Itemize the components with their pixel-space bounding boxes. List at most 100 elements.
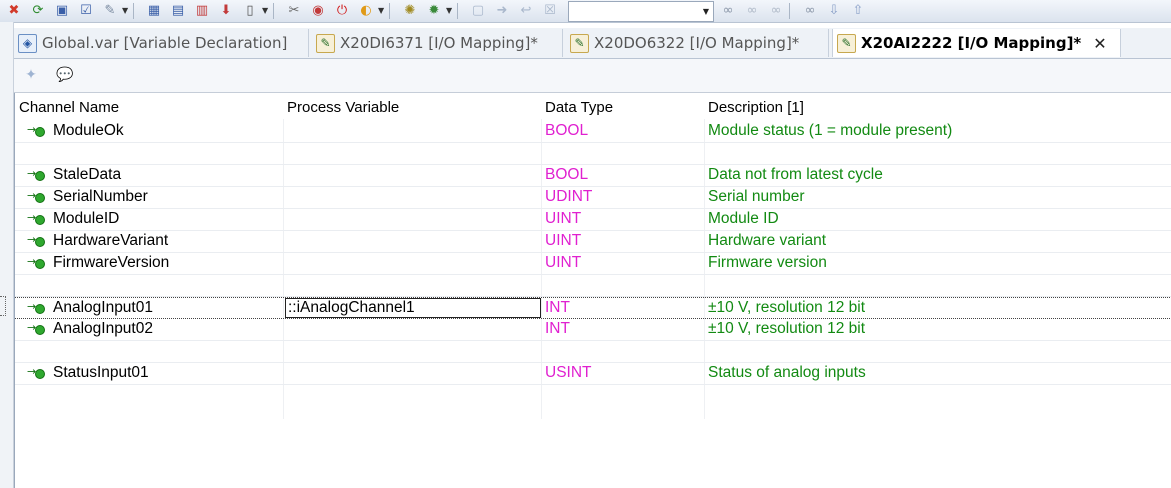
settings-icon[interactable]: ✺: [400, 2, 420, 20]
table-row[interactable]: → AnalogInput01::iAnalogChannel1 INT ±10 V,…: [15, 297, 1171, 319]
channel-name: ModuleOk: [53, 122, 124, 139]
table-spacer-row[interactable]: [15, 275, 1171, 297]
column-header-process-variable[interactable]: Process Variable: [287, 99, 399, 116]
table-row[interactable]: → FirmwareVersion UINT Firmware version: [15, 253, 1171, 275]
table-row[interactable]: → SerialNumber UDINT Serial number: [15, 187, 1171, 209]
process-variable-cell[interactable]: [285, 319, 539, 338]
data-type-cell: BOOL: [545, 166, 589, 183]
channel-name: ModuleID: [53, 210, 120, 227]
input-channel-icon: →: [27, 256, 47, 269]
description-cell[interactable]: ±10 V, resolution 12 bit: [708, 320, 865, 338]
channel-name-cell: → StatusInput01: [27, 364, 149, 382]
table-row[interactable]: → StatusInput01 USINT Status of analog inpu…: [15, 363, 1171, 385]
data-type-cell: UINT: [545, 254, 582, 271]
download-icon[interactable]: ⬇: [216, 2, 236, 20]
process-variable-cell[interactable]: [285, 165, 539, 184]
process-variable-cell[interactable]: [285, 253, 539, 272]
traffic-light-icon[interactable]: ◐: [356, 2, 376, 20]
tab-x20ai2222[interactable]: ✎ X20AI2222 [I/O Mapping]* ✕: [832, 29, 1121, 57]
description-cell[interactable]: Firmware version: [708, 254, 827, 272]
editor-toolbar: ✦ 💬: [14, 59, 1171, 93]
refresh-icon[interactable]: ⟳: [28, 2, 48, 20]
sort-descending-icon[interactable]: ⇩: [824, 2, 844, 20]
tab-x20di6371[interactable]: ✎ X20DI6371 [I/O Mapping]*: [316, 29, 563, 57]
table-spacer-row[interactable]: [15, 143, 1171, 165]
column-header-description[interactable]: Description [1]: [708, 99, 804, 116]
data-type-cell: INT: [545, 299, 570, 316]
power-icon[interactable]: ⏻: [332, 2, 352, 20]
channel-name: HardwareVariant: [53, 232, 169, 249]
sort-ascending-icon[interactable]: ⇧: [848, 2, 868, 20]
input-channel-icon: →: [27, 322, 47, 335]
forward-icon[interactable]: ➜: [492, 2, 512, 20]
tab-global-var[interactable]: ◈ Global.var [Variable Declaration]: [18, 29, 309, 57]
comment-icon[interactable]: 💬: [54, 65, 76, 85]
process-variable-cell[interactable]: [285, 209, 539, 228]
table-row[interactable]: → HardwareVariant UINT Hardware variant: [15, 231, 1171, 253]
description-cell[interactable]: Module ID: [708, 210, 779, 228]
data-type-cell: USINT: [545, 364, 592, 381]
tab-label: Global.var [Variable Declaration]: [42, 34, 288, 52]
io-mapping-icon: ✎: [570, 33, 589, 53]
close-window-icon[interactable]: ☒: [540, 2, 560, 20]
input-channel-icon: →: [27, 234, 47, 247]
replace-icon[interactable]: ∞: [800, 2, 820, 20]
table-row[interactable]: → ModuleID UINT Module ID: [15, 209, 1171, 231]
remove-row-icon[interactable]: ▥: [192, 2, 212, 20]
tools-icon[interactable]: ✂: [284, 2, 304, 20]
process-variable-cell[interactable]: [285, 187, 539, 206]
description-cell[interactable]: Status of analog inputs: [708, 364, 866, 382]
column-header-data-type[interactable]: Data Type: [545, 99, 613, 116]
grid-icon[interactable]: ▤: [168, 2, 188, 20]
toolbar-combo-box[interactable]: ▼: [568, 0, 714, 22]
save-icon[interactable]: ▣: [52, 2, 72, 20]
find-previous-icon[interactable]: ∞: [766, 2, 786, 20]
column-header-channel-name[interactable]: Channel Name: [19, 99, 119, 116]
row-focus-marker: [0, 296, 6, 316]
toolbar-overflow-icon[interactable]: ▼: [446, 4, 454, 18]
build-icon[interactable]: ✹: [424, 2, 444, 20]
description-cell[interactable]: ±10 V, resolution 12 bit: [708, 299, 865, 317]
description-cell[interactable]: Hardware variant: [708, 232, 826, 250]
data-type-cell: UDINT: [545, 188, 593, 205]
input-channel-icon: →: [27, 124, 47, 137]
document-icon[interactable]: ▯: [240, 2, 260, 20]
transfer-icon[interactable]: ◉: [308, 2, 328, 20]
chevron-down-icon[interactable]: ▼: [699, 2, 713, 21]
insert-channel-icon[interactable]: ✦: [20, 65, 42, 85]
channel-name-cell: → AnalogInput02: [27, 320, 153, 338]
close-icon[interactable]: ✕: [1093, 34, 1106, 53]
edit-icon[interactable]: ✎: [100, 2, 120, 20]
left-dock-strip: [0, 22, 14, 488]
window-icon[interactable]: ▢: [468, 2, 488, 20]
process-variable-cell[interactable]: [285, 363, 539, 382]
description-cell[interactable]: Serial number: [708, 188, 805, 206]
table-spacer-row[interactable]: [15, 341, 1171, 363]
find-next-icon[interactable]: ∞: [742, 2, 762, 20]
channel-name-cell: → ModuleOk: [27, 122, 124, 140]
check-icon[interactable]: ☑: [76, 2, 96, 20]
table-row[interactable]: → AnalogInput02 INT ±10 V, resolution 12 bi…: [15, 319, 1171, 341]
editor-tab-bar: ◈ Global.var [Variable Declaration] ✎ X2…: [14, 28, 1171, 59]
io-mapping-icon: ✎: [837, 33, 856, 53]
toolbar-overflow-icon[interactable]: ▼: [262, 4, 270, 18]
description-cell[interactable]: Data not from latest cycle: [708, 166, 883, 184]
delete-icon[interactable]: ✖: [4, 2, 24, 20]
back-icon[interactable]: ↩: [516, 2, 536, 20]
process-variable-input[interactable]: ::iAnalogChannel1: [285, 298, 541, 318]
toolbar-separator: [457, 3, 464, 19]
tab-label: X20AI2222 [I/O Mapping]*: [861, 34, 1082, 52]
table-row[interactable]: → StaleData BOOL Data not from latest cycle: [15, 165, 1171, 187]
toolbar-overflow-icon[interactable]: ▼: [378, 4, 386, 18]
binoculars-icon[interactable]: ∞: [718, 2, 738, 20]
table-row[interactable]: → ModuleOk BOOL Module status (1 = module p…: [15, 121, 1171, 143]
toolbar-separator: [789, 3, 796, 19]
process-variable-cell[interactable]: [285, 231, 539, 250]
channel-name-cell: → ModuleID: [27, 210, 119, 228]
process-variable-cell[interactable]: [285, 121, 539, 140]
tab-x20do6322[interactable]: ✎ X20DO6322 [I/O Mapping]*: [570, 29, 829, 57]
table-icon[interactable]: ▦: [144, 2, 164, 20]
description-cell[interactable]: Module status (1 = module present): [708, 122, 952, 140]
toolbar-separator: [133, 3, 140, 19]
toolbar-overflow-icon[interactable]: ▼: [122, 4, 130, 18]
